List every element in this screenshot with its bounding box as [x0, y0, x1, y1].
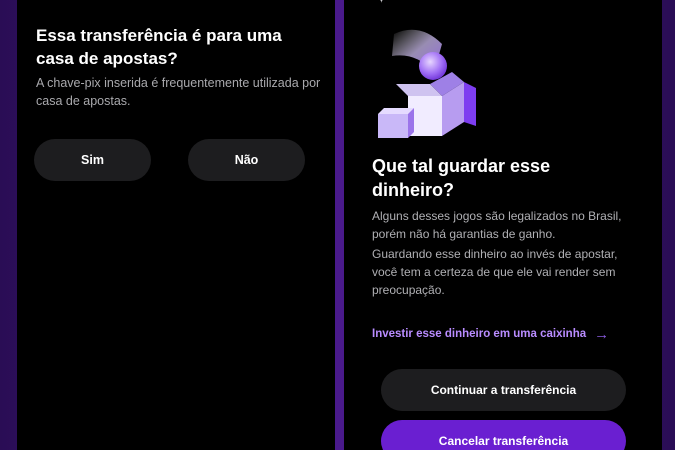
gift-box-with-coin-icon	[378, 29, 476, 138]
save-money-screen: ✦	[344, 0, 662, 450]
comparison-stage: Essa transferência é para uma casa de ap…	[0, 0, 675, 450]
invest-link[interactable]: Investir esse dinheiro em uma caixinha →	[372, 325, 609, 343]
star-icon: ✦	[376, 0, 387, 7]
save-title: Que tal guardar esse dinheiro?	[372, 156, 551, 200]
cancel-transfer-button[interactable]: Cancelar transferência	[381, 420, 626, 450]
gambling-warning-screen: Essa transferência é para uma casa de ap…	[17, 0, 335, 450]
invest-link-label: Investir esse dinheiro em uma caixinha	[372, 328, 587, 340]
warning-subtitle: A chave-pix inserida é frequentemente ut…	[36, 76, 321, 108]
no-button[interactable]: Não	[188, 139, 305, 181]
yes-button[interactable]: Sim	[34, 139, 151, 181]
arrow-right-icon: →	[594, 325, 610, 343]
continue-transfer-button[interactable]: Continuar a transferência	[381, 369, 626, 411]
warning-title: Essa transferência é para uma casa de ap…	[36, 26, 282, 68]
info-paragraph-save: Guardando esse dinheiro ao invés de apos…	[372, 247, 618, 297]
info-paragraph-legal: Alguns desses jogos são legalizados no B…	[372, 209, 622, 241]
